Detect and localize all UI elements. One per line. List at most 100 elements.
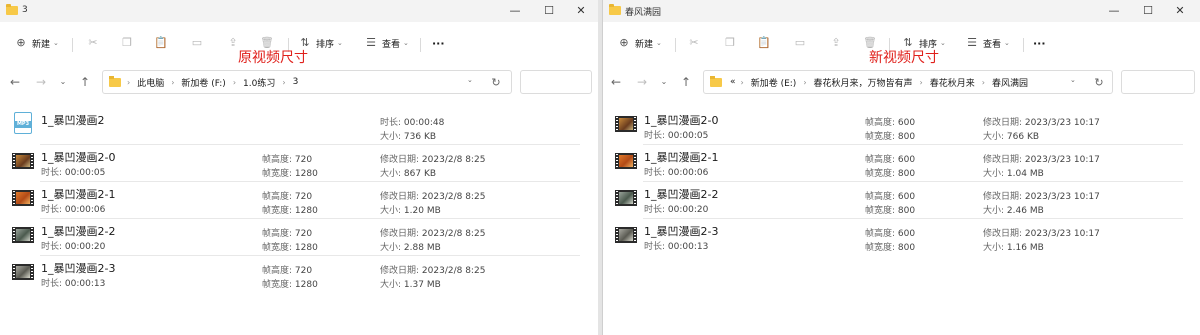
folder-icon	[6, 4, 18, 15]
breadcrumb-item[interactable]: 春风满园	[992, 76, 1028, 89]
chevron-down-icon[interactable]: ⌄	[467, 76, 473, 84]
frame-width-value: 1280	[294, 169, 318, 179]
recent-chevron-icon[interactable]: ⌄	[54, 72, 72, 92]
title-bar[interactable]: 3 — ☐ ✕	[0, 0, 598, 22]
file-name: 1_暴凹漫画2-0	[41, 151, 116, 164]
maximize-button[interactable]: ☐	[534, 2, 564, 20]
breadcrumb-item[interactable]: 春花秋月来	[930, 76, 975, 89]
cut-button[interactable]: ✂	[86, 34, 104, 52]
breadcrumb-item[interactable]: 春花秋月来，万物皆有声	[814, 76, 913, 89]
rename-button[interactable]: ▭	[190, 34, 208, 52]
view-button[interactable]: ☰ 查看 ⌄	[965, 34, 1010, 52]
modified-date-key: 修改日期:	[380, 229, 420, 239]
share-button[interactable]: ⇪	[829, 34, 847, 52]
new-button[interactable]: ⊕ 新建 ⌄	[617, 34, 662, 52]
copy-button[interactable]: ❐	[120, 34, 138, 52]
title-bar[interactable]: 春风满园 — ☐ ✕	[603, 0, 1200, 22]
forward-arrow-icon[interactable]: →	[32, 72, 50, 92]
breadcrumb-item[interactable]: 3	[293, 77, 299, 87]
modified-date-key: 修改日期:	[983, 118, 1023, 128]
explorer-window-left: 3 — ☐ ✕ ⊕ 新建 ⌄ ✂ ❐ 📋 ▭ ⇪ 🗑 ⇅ 排序 ⌄ ☰ 查看 ⌄…	[0, 0, 598, 335]
duration-key: 时长:	[41, 279, 63, 289]
list-item[interactable]: 1_暴凹漫画2-3 时长: 00:00:13 帧高度: 720 帧宽度: 128…	[8, 256, 588, 292]
close-button[interactable]: ✕	[566, 2, 596, 20]
size-key: 大小:	[983, 169, 1005, 179]
modified-date-value: 2023/2/8 8:25	[421, 192, 486, 202]
search-input[interactable]	[1121, 70, 1195, 94]
modified-date-value: 2023/3/23 10:17	[1024, 192, 1100, 202]
duration-key: 时长:	[644, 131, 666, 141]
frame-height-key: 帧高度:	[865, 229, 896, 239]
frame-height-value: 720	[294, 229, 313, 239]
frame-height-value: 600	[897, 229, 916, 239]
video-thumbnail-icon	[12, 227, 34, 243]
modified-date-value: 2023/3/23 10:17	[1024, 155, 1100, 165]
minimize-button[interactable]: —	[1099, 2, 1129, 20]
up-arrow-icon[interactable]: ↑	[76, 72, 94, 92]
chevron-down-icon[interactable]: ⌄	[1070, 76, 1076, 84]
size-value: 1.37 MB	[403, 280, 441, 290]
duration-key: 时长:	[644, 168, 666, 178]
duration-value: 00:00:05	[64, 168, 106, 178]
copy-button[interactable]: ❐	[723, 34, 741, 52]
forward-arrow-icon[interactable]: →	[633, 72, 651, 92]
more-options-button[interactable]: ···	[1033, 34, 1046, 52]
rename-button[interactable]: ▭	[793, 34, 811, 52]
modified-date-value: 2023/3/23 10:17	[1024, 118, 1100, 128]
modified-date-value: 2023/2/8 8:25	[421, 155, 486, 165]
list-item[interactable]: 1_暴凹漫画2-2 时长: 00:00:20 帧高度: 600 帧宽度: 800…	[611, 182, 1191, 218]
list-item[interactable]: 1_暴凹漫画2-0 时长: 00:00:05 帧高度: 720 帧宽度: 128…	[8, 145, 588, 181]
refresh-icon[interactable]: ↻	[488, 75, 504, 91]
modified-date-value: 2023/2/8 8:25	[421, 229, 486, 239]
modified-date-value: 2023/3/23 10:17	[1024, 229, 1100, 239]
size-key: 大小:	[380, 243, 402, 253]
up-arrow-icon[interactable]: ↑	[677, 72, 695, 92]
list-item[interactable]: MP3 1_暴凹漫画2 时长: 00:00:48 大小: 736 KB	[8, 108, 588, 144]
list-item[interactable]: 1_暴凹漫画2-1 时长: 00:00:06 帧高度: 600 帧宽度: 800…	[611, 145, 1191, 181]
address-bar[interactable]: « › 新加卷 (E:) › 春花秋月来，万物皆有声 › 春花秋月来 › 春风满…	[703, 70, 1113, 94]
list-item[interactable]: 1_暴凹漫画2-1 时长: 00:00:06 帧高度: 720 帧宽度: 128…	[8, 182, 588, 218]
paste-button[interactable]: 📋	[757, 34, 775, 52]
list-item[interactable]: 1_暴凹漫画2-2 时长: 00:00:20 帧高度: 720 帧宽度: 128…	[8, 219, 588, 255]
frame-width-key: 帧宽度:	[262, 206, 293, 216]
list-item[interactable]: 1_暴凹漫画2-3 时长: 00:00:13 帧高度: 600 帧宽度: 800…	[611, 219, 1191, 255]
view-button[interactable]: ☰ 查看 ⌄	[364, 34, 409, 52]
navigation-bar: ← → ⌄ ↑ › 此电脑 › 新加卷 (F:) › 1.0练习 › 3 ⌄ ↻	[0, 68, 598, 96]
frame-width-key: 帧宽度:	[865, 243, 896, 253]
folder-icon	[109, 75, 121, 87]
modified-date-key: 修改日期:	[380, 192, 420, 202]
plus-circle-icon: ⊕	[619, 36, 629, 49]
breadcrumb-item[interactable]: 新加卷 (E:)	[751, 76, 797, 89]
recent-chevron-icon[interactable]: ⌄	[655, 72, 673, 92]
search-input[interactable]	[520, 70, 592, 94]
close-button[interactable]: ✕	[1165, 2, 1195, 20]
address-bar[interactable]: › 此电脑 › 新加卷 (F:) › 1.0练习 › 3 ⌄ ↻	[102, 70, 512, 94]
breadcrumb-item[interactable]: 此电脑	[137, 76, 164, 89]
video-thumbnail-icon	[615, 153, 637, 169]
duration-value: 00:00:48	[403, 118, 445, 128]
list-item[interactable]: 1_暴凹漫画2-0 时长: 00:00:05 帧高度: 600 帧宽度: 800…	[611, 108, 1191, 144]
breadcrumb-item[interactable]: 1.0练习	[243, 76, 275, 89]
view-label: 查看	[382, 39, 401, 50]
size-value: 1.16 MB	[1006, 243, 1044, 253]
breadcrumb-item[interactable]: 新加卷 (F:)	[181, 76, 225, 89]
breadcrumb-overflow[interactable]: «	[730, 77, 736, 87]
back-arrow-icon[interactable]: ←	[6, 72, 24, 92]
cut-button[interactable]: ✂	[687, 34, 705, 52]
back-arrow-icon[interactable]: ←	[607, 72, 625, 92]
more-options-button[interactable]: ···	[432, 34, 445, 52]
frame-height-key: 帧高度:	[262, 155, 293, 165]
refresh-icon[interactable]: ↻	[1091, 75, 1107, 91]
size-key: 大小:	[380, 206, 402, 216]
duration-value: 00:00:06	[667, 168, 709, 178]
maximize-button[interactable]: ☐	[1133, 2, 1163, 20]
video-thumbnail-icon	[615, 116, 637, 132]
size-value: 2.88 MB	[403, 243, 441, 253]
size-value: 2.46 MB	[1006, 206, 1044, 216]
new-button[interactable]: ⊕ 新建 ⌄	[14, 34, 59, 52]
frame-width-key: 帧宽度:	[865, 169, 896, 179]
paste-button[interactable]: 📋	[154, 34, 172, 52]
frame-height-key: 帧高度:	[262, 192, 293, 202]
minimize-button[interactable]: —	[500, 2, 530, 20]
size-value: 766 KB	[1006, 132, 1040, 142]
